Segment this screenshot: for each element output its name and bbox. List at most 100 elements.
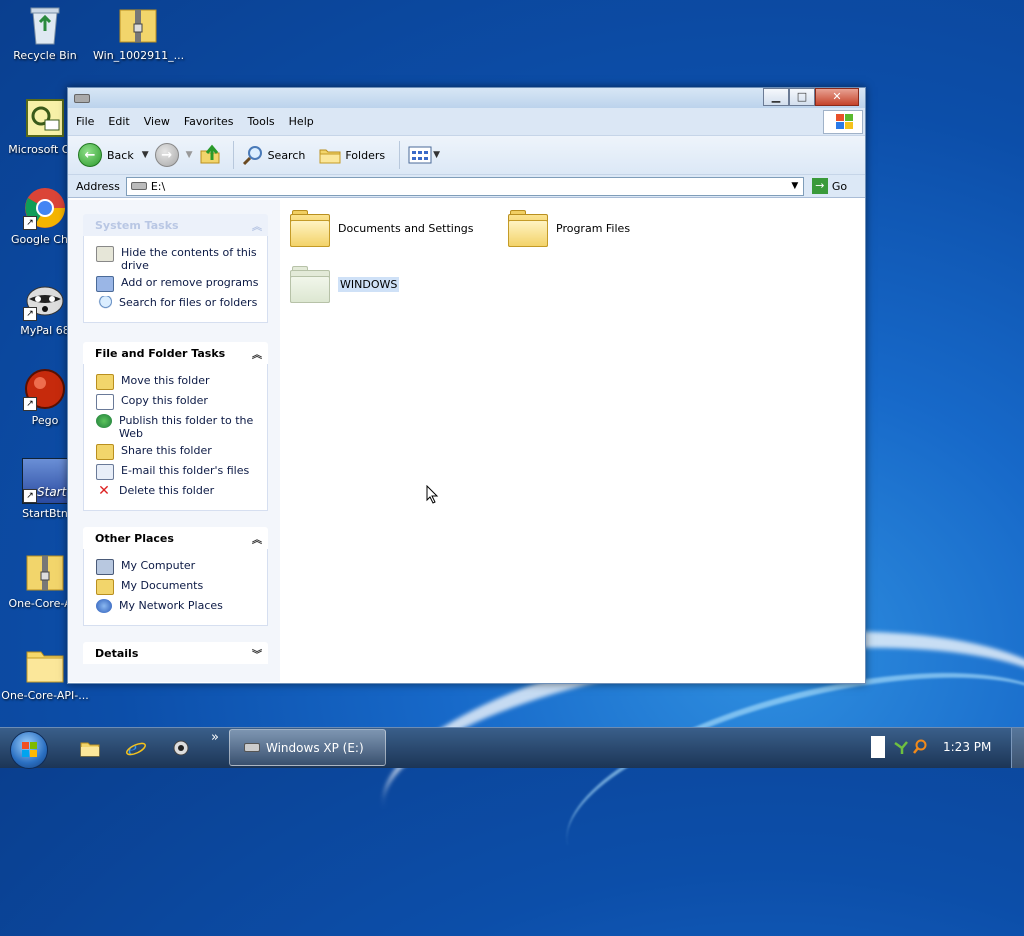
details-panel: Details ︾ bbox=[83, 642, 268, 664]
go-arrow-icon: → bbox=[811, 178, 828, 194]
folder-item[interactable]: Documents and Settings bbox=[290, 210, 474, 247]
back-dropdown-icon[interactable]: ▼ bbox=[142, 150, 149, 160]
place-my-computer[interactable]: My Computer bbox=[96, 559, 259, 575]
up-folder-icon bbox=[200, 144, 220, 163]
task-search-files[interactable]: Search for files or folders bbox=[96, 296, 259, 310]
task-label: Move this folder bbox=[121, 374, 210, 387]
back-arrow-icon: ← bbox=[78, 143, 102, 167]
back-label: Back bbox=[107, 148, 134, 162]
task-share-folder[interactable]: Share this folder bbox=[96, 444, 259, 460]
forward-button[interactable]: → bbox=[154, 143, 179, 167]
shortcut-arrow-icon: ↗ bbox=[23, 489, 37, 503]
views-icon bbox=[408, 146, 432, 164]
folder-item[interactable]: Program Files bbox=[508, 210, 630, 247]
folders-button[interactable]: Folders bbox=[319, 145, 385, 165]
shortcut-arrow-icon: ↗ bbox=[23, 307, 37, 321]
task-pane: System Tasks ︽ Hide the contents of this… bbox=[68, 200, 280, 682]
details-header[interactable]: Details ︾ bbox=[83, 642, 268, 664]
place-label: My Computer bbox=[121, 559, 196, 572]
task-hide-drive-contents[interactable]: Hide the contents of this drive bbox=[96, 246, 259, 272]
menu-edit[interactable]: Edit bbox=[108, 115, 129, 128]
task-label: Publish this folder to the Web bbox=[119, 414, 254, 440]
go-button[interactable]: → Go bbox=[811, 178, 847, 194]
place-my-network-places[interactable]: My Network Places bbox=[96, 599, 259, 613]
menu-tools[interactable]: Tools bbox=[248, 115, 275, 128]
desktop-icon-recycle-bin[interactable]: Recycle Bin bbox=[0, 2, 90, 62]
taskbar-clock[interactable]: 1:23 PM bbox=[943, 740, 991, 754]
collapse-chevron-icon[interactable]: ︽ bbox=[252, 218, 262, 233]
add-remove-programs-icon bbox=[96, 276, 114, 292]
back-button[interactable]: ← Back bbox=[78, 143, 134, 167]
search-label: Search bbox=[267, 148, 306, 162]
my-computer-icon bbox=[96, 559, 114, 575]
views-button[interactable]: ▼ bbox=[408, 146, 446, 164]
internet-explorer-icon[interactable]: e bbox=[125, 737, 147, 759]
chrome-icon: ↗ bbox=[23, 186, 67, 230]
task-delete-folder[interactable]: ✕ Delete this folder bbox=[96, 484, 259, 498]
menu-favorites[interactable]: Favorites bbox=[184, 115, 234, 128]
other-places-body: My Computer My Documents My Network Plac… bbox=[83, 549, 268, 626]
file-folder-tasks-header[interactable]: File and Folder Tasks ︽ bbox=[83, 342, 268, 364]
task-email-files[interactable]: E-mail this folder's files bbox=[96, 464, 259, 480]
desktop-icon-label: Win_1002911_... bbox=[93, 49, 185, 62]
drive-icon bbox=[130, 182, 147, 190]
startbtn-icon: Start ↗ bbox=[22, 458, 68, 504]
collapse-chevron-icon[interactable]: ︽ bbox=[252, 346, 262, 361]
toolbar-separator bbox=[399, 141, 401, 169]
menu-help[interactable]: Help bbox=[289, 115, 314, 128]
task-label: Add or remove programs bbox=[121, 276, 259, 289]
tray-input-box[interactable] bbox=[871, 736, 885, 758]
system-tasks-panel: System Tasks ︽ Hide the contents of this… bbox=[83, 214, 268, 323]
other-places-header[interactable]: Other Places ︽ bbox=[83, 527, 268, 549]
views-dropdown-icon: ▼ bbox=[433, 150, 441, 160]
folder-item-selected[interactable]: WINDOWS bbox=[290, 266, 400, 303]
desktop-icon-zip-file[interactable]: Win_1002911_... bbox=[93, 2, 185, 62]
toolbar: ← Back ▼ → ▼ Search Folders ▼ bbox=[68, 135, 865, 174]
forward-dropdown-icon[interactable]: ▼ bbox=[186, 150, 193, 160]
folder-content-area: Documents and Settings Program Files WIN… bbox=[280, 200, 865, 683]
folders-label: Folders bbox=[345, 148, 386, 162]
network-places-icon bbox=[96, 599, 112, 613]
outlook-icon bbox=[23, 96, 67, 140]
media-player-icon[interactable] bbox=[170, 737, 192, 759]
network-tray-icon[interactable] bbox=[893, 739, 909, 755]
folder-name: WINDOWS bbox=[338, 276, 400, 292]
search-button[interactable]: Search bbox=[242, 144, 306, 166]
address-input[interactable]: E:\ ▼ bbox=[125, 176, 804, 196]
system-tasks-header[interactable]: System Tasks ︽ bbox=[83, 214, 268, 236]
folder-name: Documents and Settings bbox=[338, 221, 474, 235]
taskbar: e » Windows XP (E:) 1:23 PM bbox=[0, 727, 1024, 769]
explorer-window: ▁ □ ✕ File Edit View Favorites Tools Hel… bbox=[67, 87, 866, 684]
other-places-panel: Other Places ︽ My Computer My Documents … bbox=[83, 527, 268, 626]
menu-view[interactable]: View bbox=[144, 115, 170, 128]
address-label: Address bbox=[76, 179, 120, 193]
maximize-button[interactable]: □ bbox=[789, 88, 815, 106]
place-my-documents[interactable]: My Documents bbox=[96, 579, 259, 595]
expand-chevron-icon[interactable]: ︾ bbox=[252, 646, 262, 661]
panel-title: System Tasks bbox=[95, 218, 179, 232]
collapse-chevron-icon[interactable]: ︽ bbox=[252, 531, 262, 546]
minimize-button[interactable]: ▁ bbox=[763, 88, 789, 106]
menu-bar: File Edit View Favorites Tools Help bbox=[68, 108, 865, 135]
delete-x-icon: ✕ bbox=[98, 483, 110, 499]
taskbar-window-button[interactable]: Windows XP (E:) bbox=[229, 729, 386, 766]
menu-file[interactable]: File bbox=[76, 115, 94, 128]
explorer-quicklaunch-icon[interactable] bbox=[79, 737, 101, 759]
window-titlebar[interactable]: ▁ □ ✕ bbox=[68, 88, 865, 108]
search-tray-icon[interactable] bbox=[912, 739, 928, 755]
start-button[interactable] bbox=[10, 731, 48, 769]
quicklaunch-more-button[interactable]: » bbox=[211, 730, 219, 745]
desktop-icon-label: Recycle Bin bbox=[13, 49, 77, 62]
up-folder-button[interactable] bbox=[199, 143, 221, 168]
task-publish-folder[interactable]: Publish this folder to the Web bbox=[96, 414, 259, 440]
task-add-remove-programs[interactable]: Add or remove programs bbox=[96, 276, 259, 292]
folder-icon bbox=[290, 210, 330, 247]
startbtn-overlay-text: Start bbox=[37, 485, 67, 499]
task-copy-folder[interactable]: Copy this folder bbox=[96, 394, 259, 410]
copy-folder-icon bbox=[96, 394, 114, 410]
show-desktop-button[interactable] bbox=[1011, 728, 1024, 768]
address-dropdown-icon[interactable]: ▼ bbox=[787, 178, 803, 195]
windows-logo-icon bbox=[823, 110, 863, 134]
task-move-folder[interactable]: Move this folder bbox=[96, 374, 259, 390]
close-button[interactable]: ✕ bbox=[815, 88, 859, 106]
